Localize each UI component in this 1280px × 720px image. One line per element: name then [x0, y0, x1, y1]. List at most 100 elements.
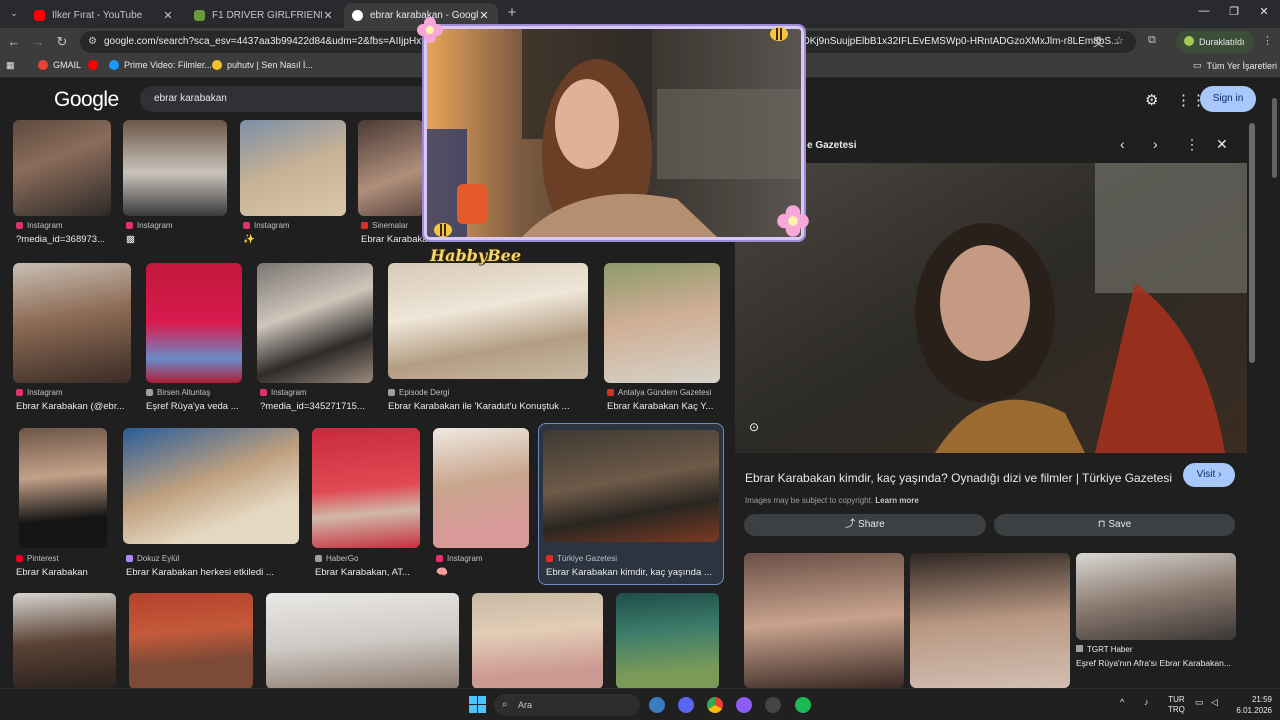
- save-button[interactable]: ⊓ Save: [994, 514, 1235, 536]
- extensions-icon[interactable]: ⧉: [1148, 34, 1156, 47]
- chrome-icon[interactable]: [707, 697, 723, 713]
- result-thumbnail[interactable]: [604, 263, 720, 383]
- minimize-button[interactable]: —: [1192, 5, 1216, 17]
- lens-search-icon[interactable]: ⊙: [749, 420, 767, 438]
- image-result[interactable]: Instagram ✨: [240, 120, 346, 245]
- image-result[interactable]: Sinemalar Ebrar Karabakan...: [358, 120, 427, 245]
- sign-in-button[interactable]: Sign in: [1200, 86, 1256, 112]
- result-caption[interactable]: Ebrar Karabakan, AT...: [315, 567, 423, 578]
- steam-icon[interactable]: [649, 697, 665, 713]
- previous-icon[interactable]: ‹: [1120, 136, 1125, 152]
- result-thumbnail[interactable]: [123, 120, 227, 216]
- result-caption[interactable]: Ebrar Karabakan herkesi etkiledi ...: [126, 567, 304, 578]
- windows-start-icon[interactable]: [469, 696, 486, 713]
- close-icon[interactable]: ✕: [322, 9, 334, 22]
- translate-icon[interactable]: 文: [1093, 34, 1104, 50]
- tab-tier-list[interactable]: F1 DRIVER GIRLFRIENDS - Tier ✕: [186, 3, 342, 28]
- google-logo[interactable]: Google: [54, 88, 119, 112]
- result-thumbnail[interactable]: [472, 593, 603, 688]
- result-caption[interactable]: Ebrar Karabakan kimdir, kaç yaşında ...: [546, 567, 718, 578]
- result-caption[interactable]: ✨: [243, 234, 255, 245]
- image-result[interactable]: Instagram ▩: [123, 120, 227, 245]
- close-icon[interactable]: ✕: [162, 9, 174, 22]
- menu-icon[interactable]: ⋮: [1262, 34, 1273, 47]
- bookmark-prime-video[interactable]: Prime Video: Filmler...: [109, 60, 212, 70]
- result-thumbnail[interactable]: [13, 263, 131, 383]
- image-result[interactable]: [616, 593, 720, 688]
- result-caption[interactable]: 🧠: [436, 567, 448, 578]
- bookmark-youtube[interactable]: [88, 60, 103, 70]
- discord-icon[interactable]: [678, 697, 694, 713]
- next-icon[interactable]: ›: [1153, 136, 1158, 152]
- image-result[interactable]: Episode Dergi Ebrar Karabakan ile 'Karad…: [385, 263, 591, 413]
- result-caption[interactable]: Ebrar Karabakan...: [361, 234, 427, 245]
- result-caption[interactable]: Ebrar Karabakan (@ebr...: [16, 401, 134, 412]
- back-icon[interactable]: ←: [6, 34, 22, 50]
- close-window-button[interactable]: ✕: [1252, 5, 1276, 18]
- reload-icon[interactable]: ↻: [54, 34, 70, 50]
- site-info-icon[interactable]: ⚙: [88, 31, 97, 53]
- result-caption[interactable]: ▩: [126, 234, 135, 245]
- result-caption[interactable]: Ebrar Karabakan: [16, 567, 114, 578]
- result-thumbnail[interactable]: [13, 120, 111, 216]
- clock[interactable]: 21:59 6.01.2026: [1232, 694, 1272, 716]
- tray-chevron-icon[interactable]: ^: [1120, 697, 1124, 707]
- image-result[interactable]: Instagram 🧠: [433, 428, 531, 580]
- image-result[interactable]: HaberGo Ebrar Karabakan, AT...: [312, 428, 422, 580]
- result-thumbnail[interactable]: [123, 428, 299, 544]
- related-caption[interactable]: Eşref Rüya'nın Afra'sı Ebrar Karabakan..…: [1076, 658, 1231, 668]
- spotify-icon[interactable]: [795, 697, 811, 713]
- panel-source-name[interactable]: e Gazetesi: [807, 140, 856, 151]
- image-result-selected[interactable]: Türkiye Gazetesi Ebrar Karabakan kimdir,…: [538, 423, 724, 585]
- network-icon[interactable]: ▭: [1195, 697, 1204, 708]
- result-thumbnail[interactable]: [312, 428, 420, 548]
- result-thumbnail[interactable]: [616, 593, 719, 688]
- taskbar-search[interactable]: ⌕ Ara: [494, 694, 640, 716]
- more-options-icon[interactable]: ⋮: [1185, 136, 1199, 153]
- share-button[interactable]: ⤴ Share: [744, 514, 986, 536]
- result-caption[interactable]: ?media_id=368973...: [16, 234, 116, 245]
- result-caption[interactable]: ?media_id=345271715...: [260, 401, 376, 412]
- result-thumbnail[interactable]: [543, 430, 719, 542]
- panel-scrollbar[interactable]: [1249, 123, 1255, 363]
- bookmark-star-icon[interactable]: ☆: [1114, 34, 1124, 47]
- result-thumbnail[interactable]: [433, 428, 529, 548]
- new-tab-button[interactable]: +: [504, 5, 520, 21]
- page-scrollbar[interactable]: [1272, 98, 1277, 178]
- close-icon[interactable]: ✕: [478, 9, 490, 22]
- result-caption[interactable]: Eşref Rüya'ya veda ...: [146, 401, 246, 412]
- result-thumbnail[interactable]: [240, 120, 346, 216]
- image-result[interactable]: Pinterest Ebrar Karabakan: [13, 428, 111, 580]
- tab-search-icon[interactable]: ⌄: [6, 5, 22, 21]
- bookmark-puhutv[interactable]: puhutv | Sen Nasıl İ...: [212, 60, 313, 70]
- result-thumbnail[interactable]: [129, 593, 253, 688]
- forward-icon[interactable]: →: [30, 34, 46, 50]
- result-thumbnail[interactable]: [13, 593, 116, 688]
- result-thumbnail[interactable]: [388, 263, 588, 379]
- related-thumbnail[interactable]: [1076, 553, 1236, 640]
- related-image[interactable]: [744, 553, 904, 688]
- related-image[interactable]: [910, 553, 1070, 688]
- learn-more-link[interactable]: Learn more: [875, 496, 919, 505]
- search-input[interactable]: ebrar karabakan: [140, 86, 440, 112]
- result-thumbnail[interactable]: [146, 263, 242, 383]
- image-result[interactable]: Birsen Altuntaş Eşref Rüya'ya veda ...: [143, 263, 243, 413]
- settings-icon[interactable]: ⚙: [1145, 91, 1158, 109]
- result-thumbnail[interactable]: [266, 593, 459, 688]
- image-result[interactable]: Instagram Ebrar Karabakan (@ebr...: [13, 263, 131, 413]
- maximize-button[interactable]: ❐: [1222, 5, 1246, 18]
- microphone-icon[interactable]: ♪: [1144, 697, 1149, 707]
- image-result[interactable]: Dokuz Eylül Ebrar Karabakan herkesi etki…: [123, 428, 301, 580]
- result-thumbnail[interactable]: [19, 428, 107, 548]
- image-result[interactable]: [13, 593, 117, 688]
- volume-icon[interactable]: ◁: [1211, 697, 1218, 708]
- profile-button[interactable]: Duraklatıldı: [1176, 31, 1254, 53]
- image-result[interactable]: [472, 593, 604, 688]
- preview-title[interactable]: Ebrar Karabakan kimdir, kaç yaşında? Oyn…: [745, 471, 1175, 485]
- all-bookmarks[interactable]: ▭ Tüm Yer İşaretleri: [1193, 60, 1277, 71]
- tab-youtube[interactable]: İlker Fırat - YouTube ✕: [26, 3, 182, 28]
- close-icon[interactable]: ✕: [1216, 136, 1228, 153]
- result-thumbnail[interactable]: [358, 120, 424, 216]
- image-result[interactable]: [266, 593, 460, 688]
- preview-image[interactable]: [735, 163, 1247, 453]
